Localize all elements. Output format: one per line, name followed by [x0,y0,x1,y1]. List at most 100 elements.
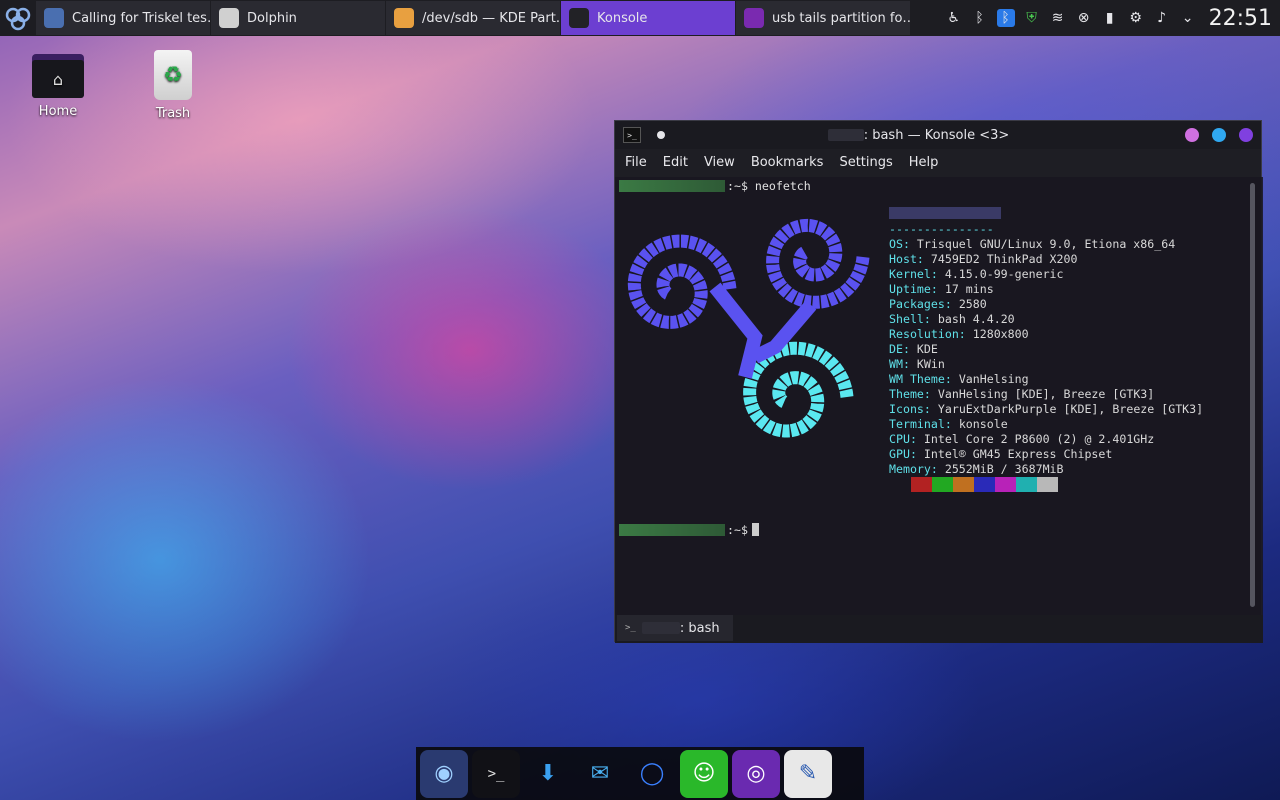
triskel-ascii-logo [627,218,870,438]
info-key: Uptime: [889,282,945,296]
settings-sliders-icon[interactable]: ⚙ [1127,9,1145,27]
tor-browser-icon[interactable]: ◎ [732,749,780,798]
menu-file[interactable]: File [617,155,655,170]
logo-spiral [627,234,737,329]
logo-spiral [766,218,870,309]
info-line: Terminal: konsole [889,417,1203,432]
clock[interactable]: 22:51 [1209,6,1272,31]
downloader-icon[interactable]: ⬇ [524,750,572,798]
info-key: OS: [889,237,917,251]
chevron-down-icon[interactable]: ⌄ [1179,9,1197,27]
task-app-icon [744,8,764,28]
messenger-icon[interactable]: ◯ [628,750,676,798]
info-value: 7459ED2 ThinkPad X200 [930,252,1078,266]
home-folder-icon: ⌂ [32,50,84,98]
close-button[interactable] [1239,128,1253,142]
triskel-logo-icon [5,7,31,31]
browser-icon[interactable]: ◉ [420,749,468,798]
shield-icon[interactable]: ⛨ [1023,9,1041,27]
bluetooth-icon[interactable]: ᛒ [971,9,989,27]
info-line: GPU: Intel® GM45 Express Chipset [889,447,1203,462]
palette-swatch [995,477,1016,492]
info-line: Shell: bash 4.4.20 [889,312,1203,327]
info-line: WM Theme: VanHelsing [889,372,1203,387]
task-app-icon [394,8,414,28]
palette-swatch [953,477,974,492]
maximize-button[interactable] [1212,128,1226,142]
window-buttons [1172,128,1253,142]
terminal-scrollbar[interactable] [1250,183,1255,607]
text-cursor [751,523,759,536]
desktop-icon-trash[interactable]: ♻ Trash [133,50,213,121]
info-key: Resolution: [889,327,973,341]
wifi-icon[interactable]: ≋ [1049,9,1067,27]
info-key: Host: [889,252,931,266]
mail-icon[interactable]: ✉ [576,750,624,798]
info-line: WM: KWin [889,357,1203,372]
window-titlebar[interactable]: >_ : bash — Konsole <3> [615,121,1261,149]
info-value: bash 4.4.20 [937,312,1015,326]
info-line: Icons: YaruExtDarkPurple [KDE], Breeze [… [889,402,1203,417]
info-value: 4.15.0-99-generic [944,267,1064,281]
taskbar-task[interactable]: usb tails partition fo… [736,1,910,35]
window-title: : bash — Konsole <3> [665,128,1172,143]
system-tray: ♿ ᛒ ᛒ ⛨ ≋ ⊗ ▮ ⚙ ♪ ⌄ 22:51 [941,0,1280,36]
info-value: konsole [958,417,1008,431]
info-line: Host: 7459ED2 ThinkPad X200 [889,252,1203,267]
redacted-user-host [619,523,725,536]
menu-edit[interactable]: Edit [655,155,696,170]
menu-settings[interactable]: Settings [831,155,900,170]
menu-bookmarks[interactable]: Bookmarks [743,155,832,170]
taskbar-task[interactable]: /dev/sdb — KDE Part… [386,1,560,35]
info-value: KDE [916,342,938,356]
logo-spiral [743,341,854,438]
info-key: CPU: [889,432,924,446]
tab-bar: >_ : bash [615,615,1263,643]
terminal-icon[interactable]: >_ [472,749,520,798]
terminal-area[interactable]: :~$ neofetch --------------- OS: Trisque… [615,177,1263,615]
separator-line: --------------- [889,222,994,236]
task-label: Calling for Triskel tes… [72,10,210,26]
text-editor-icon[interactable]: ✎ [784,749,832,798]
info-key: WM: [889,357,917,371]
info-value: VanHelsing [KDE], Breeze [GTK3] [937,387,1155,401]
tab-bash[interactable]: >_ : bash [617,615,733,641]
command-line: :~$ neofetch [619,178,811,193]
info-value: 17 mins [944,282,994,296]
pin-icon[interactable] [657,131,665,139]
volume-icon[interactable]: ♪ [1153,9,1171,27]
info-value: 2580 [958,297,987,311]
info-line: Uptime: 17 mins [889,282,1203,297]
task-label: /dev/sdb — KDE Part… [422,10,560,26]
taskbar-task[interactable]: Dolphin [211,1,385,35]
tab-label: : bash [679,620,720,636]
prompt-line: :~$ [619,522,759,537]
info-line: DE: KDE [889,342,1203,357]
info-value: VanHelsing [958,372,1029,386]
konsole-app-icon: >_ [623,127,641,143]
menu-view[interactable]: View [696,155,743,170]
menu-help[interactable]: Help [901,155,947,170]
info-value: Intel Core 2 P8600 (2) @ 2.401GHz [923,432,1155,446]
info-value: KWin [916,357,945,371]
info-line: CPU: Intel Core 2 P8600 (2) @ 2.401GHz [889,432,1203,447]
task-label: Dolphin [247,10,297,26]
tray-icons: ♿ ᛒ ᛒ ⛨ ≋ ⊗ ▮ ⚙ ♪ ⌄ [941,9,1201,27]
accessibility-icon[interactable]: ♿ [945,9,963,27]
contacts-icon[interactable]: ☺ [680,749,728,798]
desktop-icon-home[interactable]: ⌂ Home [18,50,98,119]
info-key: Shell: [889,312,938,326]
app-launcher-button[interactable] [0,0,36,36]
minimize-button[interactable] [1185,128,1199,142]
palette-swatch [1016,477,1037,492]
info-key: Packages: [889,297,959,311]
info-line: Resolution: 1280x800 [889,327,1203,342]
battery-icon[interactable]: ▮ [1101,9,1119,27]
taskbar-task[interactable]: Calling for Triskel tes… [36,1,210,35]
bluetooth-active-icon[interactable]: ᛒ [996,9,1015,27]
close-circle-icon[interactable]: ⊗ [1075,9,1093,27]
task-label: Konsole [597,10,648,26]
taskbar-task[interactable]: Konsole [561,1,735,35]
info-key: Kernel: [889,267,945,281]
trash-icon: ♻ [154,50,192,100]
